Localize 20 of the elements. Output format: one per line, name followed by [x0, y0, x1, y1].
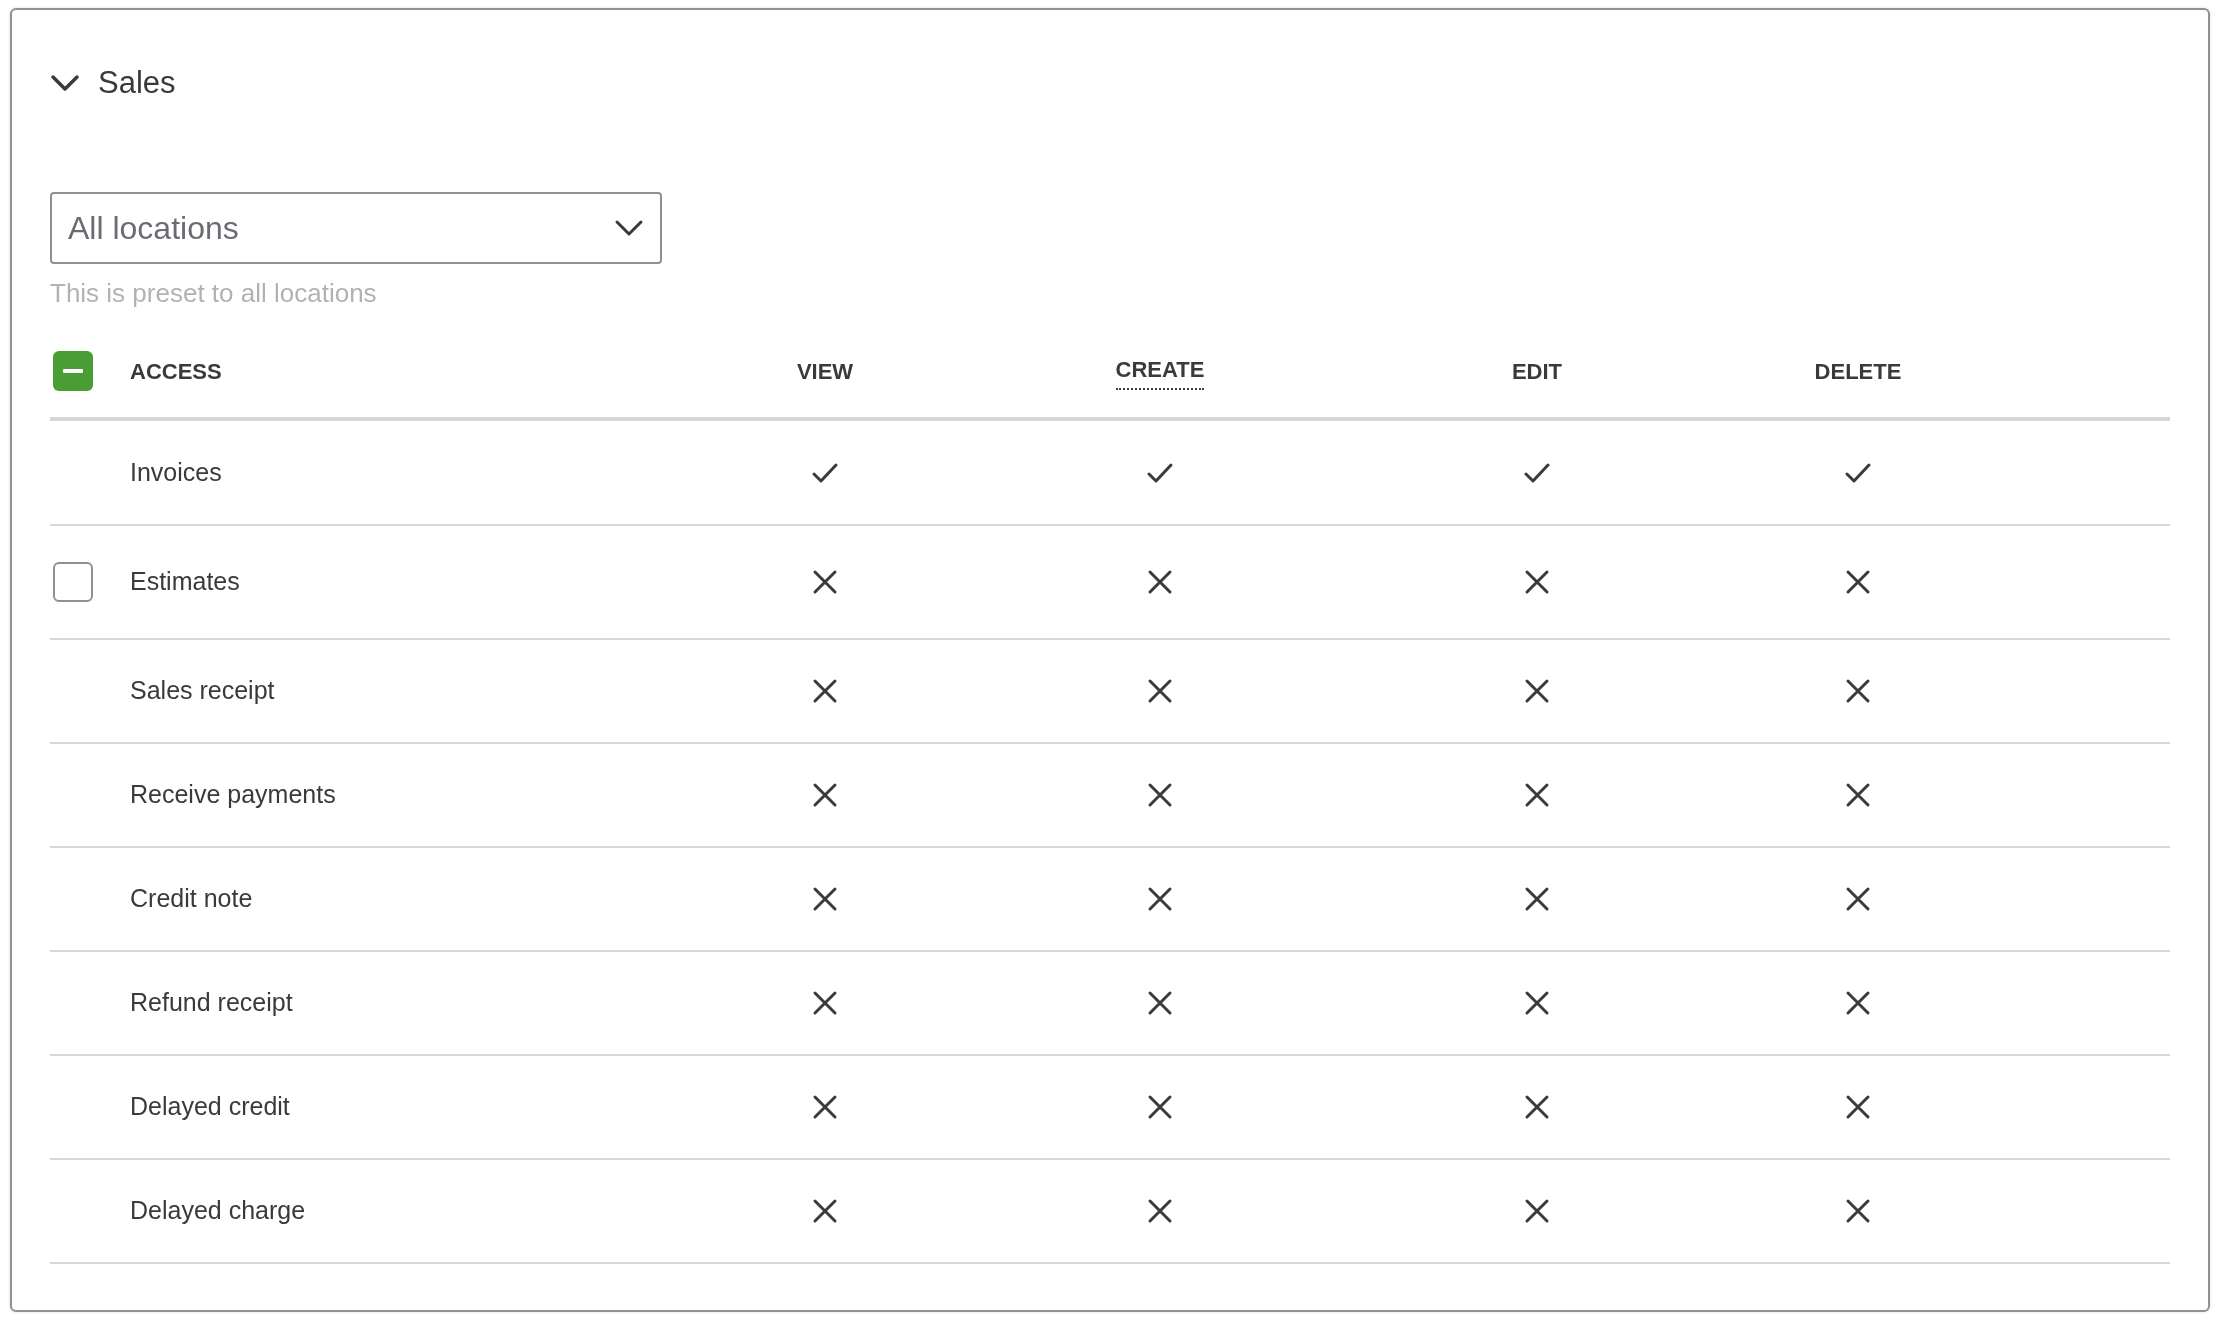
permission-name: Delayed credit: [130, 1091, 291, 1123]
row-checkbox[interactable]: [53, 562, 93, 602]
chevron-down-icon: [614, 219, 644, 237]
select-all-checkbox[interactable]: [53, 351, 93, 391]
permission-name: Delayed charge: [130, 1195, 307, 1227]
permission-name: Credit note: [130, 883, 254, 915]
permission-name: Invoices: [130, 456, 223, 488]
section-title: Sales: [98, 63, 176, 102]
chevron-down-icon[interactable]: [50, 73, 80, 93]
column-header: EDIT: [1511, 357, 1563, 386]
column-header: VIEW: [796, 357, 854, 386]
column-header: DELETE: [1814, 357, 1902, 386]
location-dropdown[interactable]: All locations: [50, 192, 662, 264]
helper-text: This is preset to all locations: [50, 277, 378, 310]
permission-name: Receive payments: [130, 779, 337, 811]
column-header: ACCESS: [130, 357, 222, 386]
permission-name: Estimates: [130, 566, 241, 598]
permission-name: Sales receipt: [130, 675, 276, 707]
column-header: CREATE: [1115, 352, 1205, 390]
permission-name: Refund receipt: [130, 987, 294, 1019]
